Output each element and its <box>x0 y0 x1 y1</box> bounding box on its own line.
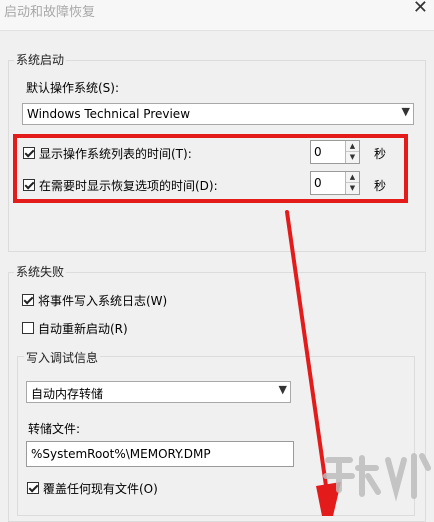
debug-info-legend: 写入调试信息 <box>24 349 101 366</box>
checkbox-unchecked-icon <box>22 322 34 334</box>
download-site-logo-icon <box>323 453 431 502</box>
checkbox-checked-icon <box>27 482 39 494</box>
show-recovery-unit: 秒 <box>374 179 387 193</box>
show-os-list-input[interactable] <box>314 144 344 160</box>
spin-up-icon[interactable]: ▲ <box>346 172 359 183</box>
dump-file-input[interactable] <box>31 446 286 462</box>
chevron-down-icon: ▼ <box>278 383 287 396</box>
default-os-value: Windows Technical Preview <box>27 107 191 121</box>
checkbox-checked-icon <box>23 147 35 159</box>
write-event-checkbox[interactable]: 将事件写入系统日志(W) <box>22 292 167 308</box>
overwrite-checkbox[interactable]: 覆盖任何现有文件(O) <box>27 480 158 496</box>
chevron-down-icon: ▼ <box>401 105 410 118</box>
dump-type-value: 自动内存转储 <box>31 387 104 401</box>
spin-up-icon[interactable]: ▲ <box>346 141 359 152</box>
show-recovery-label: 在需要时显示恢复选项的时间(D): <box>39 178 218 193</box>
checkbox-checked-icon <box>22 294 34 306</box>
show-recovery-checkbox[interactable]: 在需要时显示恢复选项的时间(D): <box>23 177 218 193</box>
checkbox-checked-icon <box>23 179 35 191</box>
spin-down-icon[interactable]: ▼ <box>346 152 359 163</box>
spin-down-icon[interactable]: ▼ <box>346 183 359 194</box>
dump-type-select[interactable]: 自动内存转储 ▼ <box>26 381 291 403</box>
title-bar: 启动和故障恢复 ✕ <box>0 0 434 31</box>
system-failure-legend: 系统失败 <box>14 263 67 280</box>
default-os-label: 默认操作系统(S): <box>26 81 120 95</box>
show-os-list-checkbox[interactable]: 显示操作系统列表的时间(T): <box>23 145 192 161</box>
default-os-select[interactable]: Windows Technical Preview ▼ <box>22 103 414 125</box>
window-title: 启动和故障恢复 <box>4 5 96 20</box>
show-os-list-stepper[interactable]: ▲ ▼ <box>310 140 360 164</box>
write-event-label: 将事件写入系统日志(W) <box>38 293 168 308</box>
dump-file-field[interactable] <box>26 441 294 467</box>
show-os-list-unit: 秒 <box>374 147 387 161</box>
show-recovery-input[interactable] <box>314 175 344 191</box>
auto-restart-label: 自动重新启动(R) <box>38 321 128 336</box>
auto-restart-checkbox[interactable]: 自动重新启动(R) <box>22 320 128 336</box>
dump-file-label: 转储文件: <box>28 422 81 436</box>
close-icon[interactable]: ✕ <box>413 0 428 18</box>
system-startup-legend: 系统启动 <box>14 51 67 68</box>
show-recovery-stepper[interactable]: ▲ ▼ <box>310 171 360 195</box>
overwrite-label: 覆盖任何现有文件(O) <box>43 481 158 496</box>
show-os-list-label: 显示操作系统列表的时间(T): <box>39 146 192 161</box>
